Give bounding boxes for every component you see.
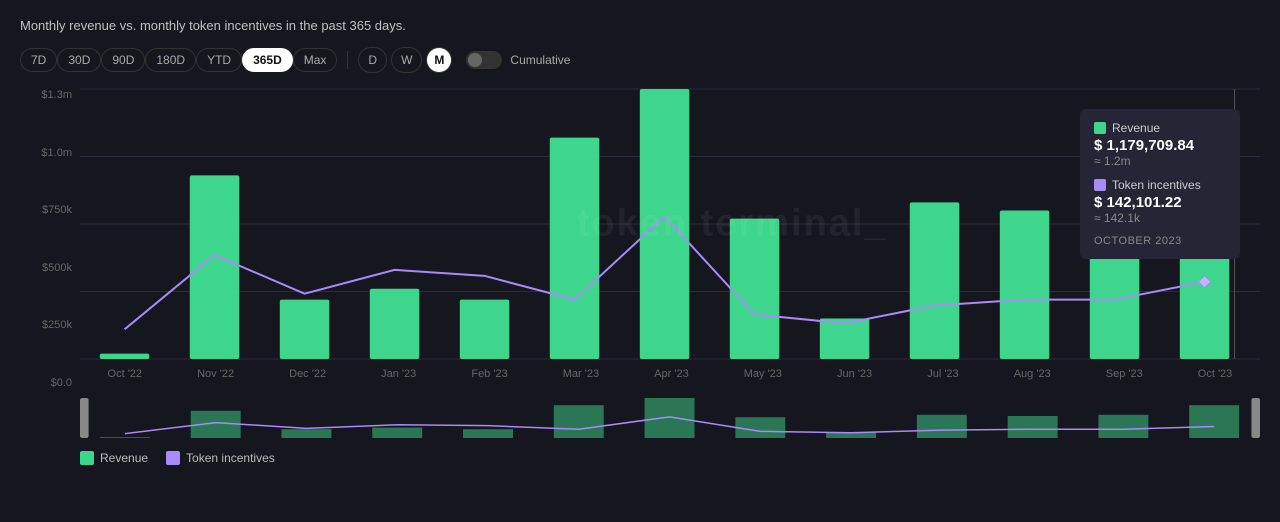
revenue-legend-item: Revenue (80, 451, 148, 465)
y-axis: $1.3m $1.0m $750k $500k $250k $0.0 (20, 89, 80, 389)
controls-bar: 7D30D90D180DYTD365DMax DWM Cumulative (20, 47, 1260, 73)
x-label: Mar '23 (563, 368, 599, 380)
bar-aug--23 (1000, 211, 1050, 360)
chart-container: Monthly revenue vs. monthly token incent… (0, 0, 1280, 522)
bar-nov--22 (190, 175, 240, 359)
tooltip-revenue-legend-label: Revenue (1112, 121, 1160, 135)
separator (347, 51, 348, 69)
bar-jan--23 (370, 289, 420, 359)
tooltip-revenue-value: $ 1,179,709.84 (1094, 137, 1226, 154)
chart-title: Monthly revenue vs. monthly token incent… (20, 18, 1260, 33)
tooltip-token-legend: Token incentives (1094, 178, 1226, 192)
y-label: $0.0 (51, 377, 72, 389)
bar-feb--23 (460, 300, 510, 359)
tooltip-revenue-legend: Revenue (1094, 121, 1226, 135)
time-btn-90d[interactable]: 90D (101, 48, 145, 72)
time-btn-max[interactable]: Max (293, 48, 338, 72)
mini-svg (20, 393, 1260, 443)
x-label: Sep '23 (1106, 368, 1143, 380)
time-btn-7d[interactable]: 7D (20, 48, 57, 72)
token-legend-color (166, 451, 180, 465)
mini-chart (20, 393, 1260, 443)
x-label: Nov '22 (197, 368, 234, 380)
x-label: Oct '22 (108, 368, 143, 380)
x-label: Jun '23 (837, 368, 872, 380)
tooltip-revenue-dot (1094, 122, 1106, 134)
tooltip-token-legend-label: Token incentives (1112, 178, 1201, 192)
gran-btn-m[interactable]: M (426, 47, 452, 73)
gran-btn-d[interactable]: D (358, 47, 387, 73)
tooltip: Revenue $ 1,179,709.84 ≈ 1.2m Token ince… (1080, 109, 1240, 259)
time-btn-ytd[interactable]: YTD (196, 48, 242, 72)
bar-jun--23 (820, 319, 870, 360)
x-label: Apr '23 (654, 368, 689, 380)
x-label: Feb '23 (471, 368, 507, 380)
bar-apr--23 (640, 89, 690, 359)
legend-bar: Revenue Token incentives (20, 451, 1260, 465)
cumulative-toggle[interactable] (466, 51, 502, 69)
toggle-knob (468, 53, 482, 67)
bar-dec--22 (280, 300, 330, 359)
tooltip-token-approx: ≈ 142.1k (1094, 211, 1226, 225)
y-label: $1.3m (41, 89, 72, 101)
x-label: Jul '23 (927, 368, 958, 380)
bar-jul--23 (910, 202, 960, 359)
time-buttons-group: 7D30D90D180DYTD365DMax (20, 48, 337, 72)
time-btn-365d[interactable]: 365D (242, 48, 293, 72)
bar-may--23 (730, 219, 780, 359)
time-btn-180d[interactable]: 180D (145, 48, 196, 72)
gran-btn-w[interactable]: W (391, 47, 422, 73)
x-label: Oct '23 (1198, 368, 1233, 380)
y-label: $250k (42, 319, 72, 331)
time-btn-30d[interactable]: 30D (57, 48, 101, 72)
tooltip-date: OCTOBER 2023 (1094, 235, 1226, 247)
tooltip-token-value: $ 142,101.22 (1094, 194, 1226, 211)
x-label: Jan '23 (381, 368, 416, 380)
granularity-buttons-group: DWM (358, 47, 452, 73)
chart-wrapper: $1.3m$1.0m$750k$500k$250k$0.0 token term… (20, 89, 1260, 465)
main-chart-area: $1.3m$1.0m$750k$500k$250k$0.0 token term… (20, 89, 1260, 389)
tooltip-revenue-row: Revenue $ 1,179,709.84 ≈ 1.2m (1094, 121, 1226, 168)
revenue-legend-color (80, 451, 94, 465)
cumulative-toggle-container: Cumulative (466, 51, 570, 69)
revenue-legend-label: Revenue (100, 451, 148, 465)
tooltip-revenue-approx: ≈ 1.2m (1094, 154, 1226, 168)
cumulative-label: Cumulative (510, 53, 570, 67)
token-legend-label: Token incentives (186, 451, 275, 465)
x-axis: Oct '22 Nov '22 Dec '22 Jan '23 Feb '23 Mar '… (80, 359, 1260, 389)
tooltip-token-row: Token incentives $ 142,101.22 ≈ 142.1k (1094, 178, 1226, 225)
token-legend-item: Token incentives (166, 451, 275, 465)
y-label: $500k (42, 262, 72, 274)
x-label: Dec '22 (289, 368, 326, 380)
bar-mar--23 (550, 138, 600, 359)
y-label: $750k (42, 204, 72, 216)
x-label: Aug '23 (1014, 368, 1051, 380)
y-label: $1.0m (41, 147, 72, 159)
x-label: May '23 (744, 368, 782, 380)
tooltip-token-dot (1094, 179, 1106, 191)
